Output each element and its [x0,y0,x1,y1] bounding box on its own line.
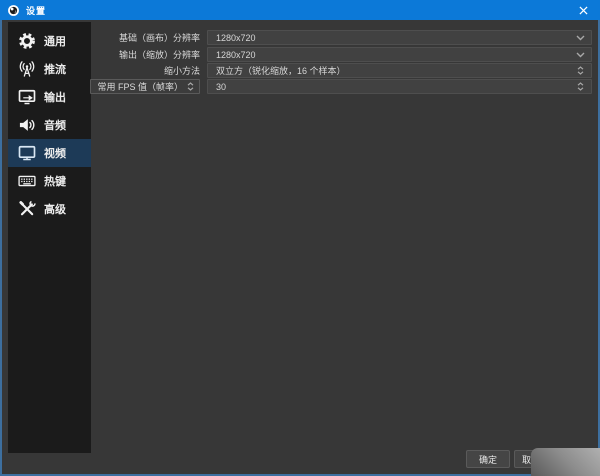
row-base-resolution: 基础（画布）分辨率 1280x720 [0,30,592,45]
close-icon [579,6,588,15]
base-resolution-value: 1280x720 [216,33,573,43]
ok-button[interactable]: 确定 [466,450,510,468]
chevron-down-icon [573,35,587,41]
sidebar-item-audio[interactable]: 音频 [8,111,91,139]
obs-logo-icon [7,4,20,17]
fps-value: 30 [216,82,573,92]
fps-type-dropdown[interactable]: 常用 FPS 值（帧率） [90,79,200,94]
crossed-tools-icon [17,199,37,219]
window-title: 设置 [26,4,46,17]
sidebar-item-label: 视频 [44,145,66,161]
title-bar[interactable]: 设置 [0,0,600,20]
row-fps: 常用 FPS 值（帧率） 30 [0,79,592,94]
label-zone: 基础（画布）分辨率 [0,31,207,44]
up-down-spinner-icon [573,82,587,91]
sidebar-item-label: 热键 [44,173,66,189]
downscale-filter-value: 双立方（锐化缩放，16 个样本） [216,64,573,77]
up-down-spinner-icon [183,82,197,91]
row-output-resolution: 输出（缩放）分辨率 1280x720 [0,47,592,62]
sidebar-item-advanced[interactable]: 高级 [8,195,91,223]
up-down-spinner-icon [573,66,587,75]
output-resolution-value: 1280x720 [216,50,573,60]
output-resolution-dropdown[interactable]: 1280x720 [207,47,592,62]
overlapping-window-corner [531,448,600,476]
base-resolution-label: 基础（画布）分辨率 [119,31,200,44]
sidebar-item-label: 高级 [44,201,66,217]
label-zone: 缩小方法 [0,64,207,77]
window-border-left [0,20,2,476]
fps-type-label: 常用 FPS 值（帧率） [97,80,183,93]
chevron-down-icon [573,52,587,58]
sidebar-item-label: 音频 [44,117,66,133]
sidebar-item-video[interactable]: 视频 [8,139,91,167]
close-button[interactable] [570,0,596,20]
speaker-icon [17,115,37,135]
downscale-filter-combobox[interactable]: 双立方（锐化缩放，16 个样本） [207,63,592,78]
label-zone: 常用 FPS 值（帧率） [0,79,207,94]
fps-value-combobox[interactable]: 30 [207,79,592,94]
downscale-filter-label: 缩小方法 [164,64,200,77]
label-zone: 输出（缩放）分辨率 [0,48,207,61]
keyboard-icon [17,171,37,191]
monitor-icon [17,143,37,163]
output-resolution-label: 输出（缩放）分辨率 [119,48,200,61]
sidebar-item-hotkeys[interactable]: 热键 [8,167,91,195]
base-resolution-dropdown[interactable]: 1280x720 [207,30,592,45]
row-downscale-filter: 缩小方法 双立方（锐化缩放，16 个样本） [0,63,592,78]
